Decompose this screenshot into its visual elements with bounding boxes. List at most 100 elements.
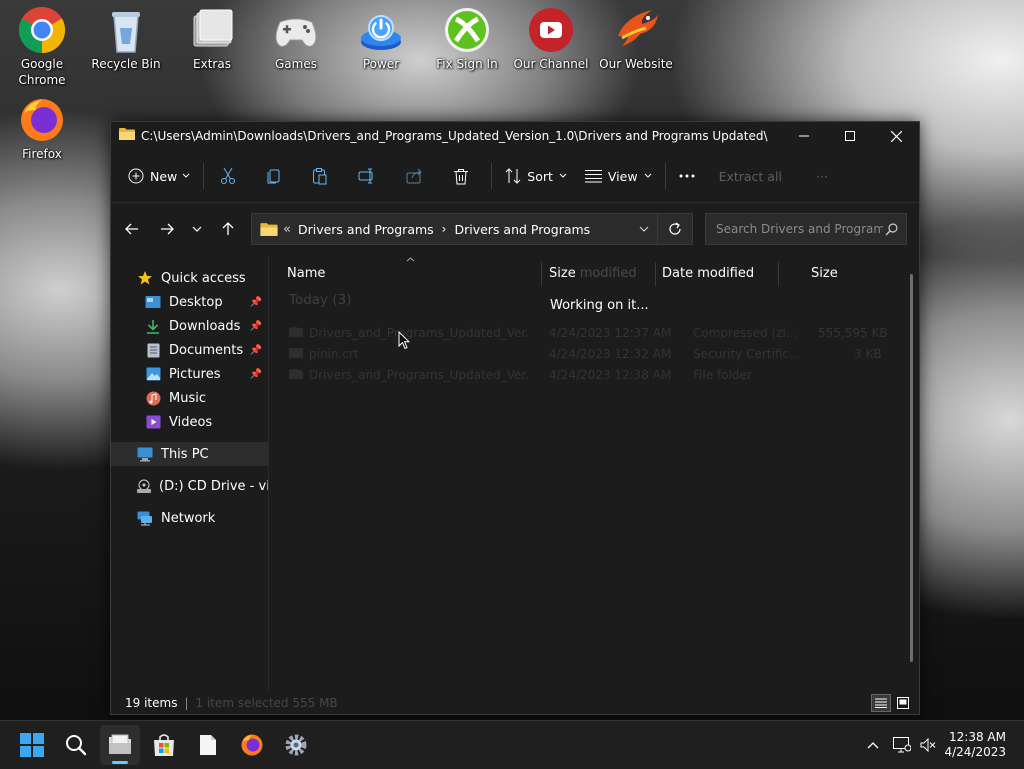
status-bar: 19 items | 1 item selected 555 MB xyxy=(111,692,919,714)
new-button[interactable]: New xyxy=(119,160,199,192)
desktop-icon-extras[interactable]: Extras xyxy=(170,6,254,72)
desktop-icon-firefox[interactable]: Firefox xyxy=(0,96,84,162)
view-label: View xyxy=(607,168,638,184)
taskbar-notepad[interactable] xyxy=(188,725,228,765)
chevron-down-icon xyxy=(559,173,567,178)
nav-item-network[interactable]: Network xyxy=(111,506,268,530)
details-view-button[interactable] xyxy=(871,694,891,712)
nav-item-quick-access[interactable]: Quick access xyxy=(111,266,268,290)
share-button[interactable] xyxy=(394,160,441,192)
file-type: Compressed (zi... xyxy=(693,326,798,340)
nav-item-label: This PC xyxy=(161,446,209,462)
search-input[interactable] xyxy=(714,221,886,237)
desktop-icon-games[interactable]: Games xyxy=(254,6,338,72)
nav-item-videos[interactable]: Videos xyxy=(111,410,268,434)
windows-logo-icon xyxy=(20,733,44,757)
clock-date: 4/24/2023 xyxy=(944,745,1006,759)
desktop-icon-recycle-bin[interactable]: Recycle Bin xyxy=(84,6,168,72)
taskbar-firefox[interactable] xyxy=(232,725,272,765)
maximize-button[interactable] xyxy=(827,122,873,150)
clock-time: 12:38 AM xyxy=(949,730,1006,744)
title-bar[interactable]: C:\Users\Admin\Downloads\Drivers_and_Pro… xyxy=(111,122,919,150)
overflow-button[interactable]: ··· xyxy=(807,160,837,192)
table-row[interactable]: pinin.crt 4/24/2023 12:32 AM Security Ce… xyxy=(283,344,883,364)
desktop-icon-our-website[interactable]: Our Website xyxy=(594,6,678,72)
system-clock[interactable]: 12:38 AM 4/24/2023 xyxy=(944,730,1006,760)
taskbar-store[interactable] xyxy=(144,725,184,765)
bird-logo-icon xyxy=(612,6,660,54)
vertical-scrollbar[interactable] xyxy=(910,274,913,662)
paste-button[interactable] xyxy=(300,160,346,192)
view-button[interactable]: View xyxy=(576,160,661,192)
volume-muted-button[interactable] xyxy=(916,738,940,752)
status-divider: | xyxy=(184,696,189,710)
column-header-size-label: Size xyxy=(549,265,576,281)
chevron-down-icon xyxy=(644,173,651,178)
thumbnail-view-button[interactable] xyxy=(893,694,913,712)
network-status-button[interactable] xyxy=(888,737,916,753)
rename-button[interactable] xyxy=(346,160,394,192)
table-row[interactable]: Drivers_and_Programs_Updated_Ver... 4/24… xyxy=(283,365,883,385)
up-button[interactable] xyxy=(210,213,245,245)
search-button[interactable] xyxy=(56,725,96,765)
nav-item-pictures[interactable]: Pictures 📌 xyxy=(111,362,268,386)
show-hidden-icons-button[interactable] xyxy=(862,741,884,749)
breadcrumb-item[interactable]: Drivers and Programs xyxy=(298,222,434,237)
delete-button[interactable] xyxy=(441,160,487,192)
minimize-icon xyxy=(799,135,809,137)
desktop-icon-chrome[interactable]: Google Chrome xyxy=(0,6,84,88)
nav-item-downloads[interactable]: Downloads 📌 xyxy=(111,314,268,338)
address-dropdown-button[interactable] xyxy=(631,226,657,232)
desktop-icon-label: Our Channel xyxy=(513,57,589,71)
file-type: Security Certific... xyxy=(693,347,801,361)
minimize-button[interactable] xyxy=(781,122,827,150)
file-name: pinin.crt xyxy=(309,347,359,361)
taskbar-settings[interactable] xyxy=(276,725,316,765)
refresh-button[interactable] xyxy=(657,214,692,244)
column-header-date-modified[interactable]: Date modified xyxy=(662,256,754,290)
sort-button[interactable]: Sort xyxy=(496,160,576,192)
extract-all-button[interactable]: Extract all xyxy=(710,160,791,192)
address-bar[interactable]: « Drivers and Programs › Drivers and Pro… xyxy=(251,213,693,245)
column-header-ghost-size[interactable]: Size xyxy=(811,256,838,290)
file-list-pane: Name Size modified Date modified Size To… xyxy=(269,256,919,692)
folder-icon xyxy=(260,222,278,237)
file-date: 4/24/2023 12:37 AM xyxy=(549,326,672,340)
desktop-icon-our-channel[interactable]: Our Channel xyxy=(509,6,593,72)
desktop-icon-label: Power xyxy=(362,57,400,71)
search-box[interactable] xyxy=(705,213,907,245)
desktop-icon-fix-sign-in[interactable]: Fix Sign In xyxy=(425,6,509,72)
pin-icon: 📌 xyxy=(249,296,262,308)
close-icon xyxy=(890,130,902,142)
details-view-icon xyxy=(875,698,887,708)
more-options-button[interactable] xyxy=(670,160,710,192)
breadcrumb-separator[interactable]: › xyxy=(442,222,447,236)
nav-item-music[interactable]: Music xyxy=(111,386,268,410)
back-button[interactable] xyxy=(114,213,149,245)
taskbar-file-explorer[interactable] xyxy=(100,725,140,765)
column-header-name[interactable]: Name xyxy=(287,256,325,290)
desktop-icon-power[interactable]: Power xyxy=(339,6,423,72)
recent-locations-button[interactable] xyxy=(184,213,210,245)
breadcrumb-item[interactable]: Drivers and Programs xyxy=(454,222,590,237)
nav-item-this-pc[interactable]: This PC xyxy=(111,442,268,466)
start-button[interactable] xyxy=(12,725,52,765)
extract-all-label: Extract all xyxy=(718,168,782,184)
breadcrumb-overflow[interactable]: « xyxy=(283,222,291,237)
blank-document-icon xyxy=(200,735,216,755)
nav-item-documents[interactable]: Documents 📌 xyxy=(111,338,268,362)
desktop-icon-label: Games xyxy=(275,57,317,71)
forward-button[interactable] xyxy=(149,213,184,245)
column-header-size[interactable]: Size modified xyxy=(549,256,637,290)
cut-button[interactable] xyxy=(208,160,254,192)
trash-icon xyxy=(454,168,469,184)
table-row[interactable]: Drivers_and_Programs_Updated_Ver... 4/24… xyxy=(283,323,888,343)
nav-item-label: Videos xyxy=(169,414,213,430)
close-button[interactable] xyxy=(873,122,919,150)
copy-button[interactable] xyxy=(254,160,300,192)
nav-item-desktop[interactable]: Desktop 📌 xyxy=(111,290,268,314)
pictures-icon xyxy=(144,366,162,382)
group-header-today[interactable]: Today (3) xyxy=(289,292,351,308)
refresh-icon xyxy=(669,222,681,235)
nav-item-cd-drive[interactable]: (D:) CD Drive - virtio xyxy=(111,474,268,498)
